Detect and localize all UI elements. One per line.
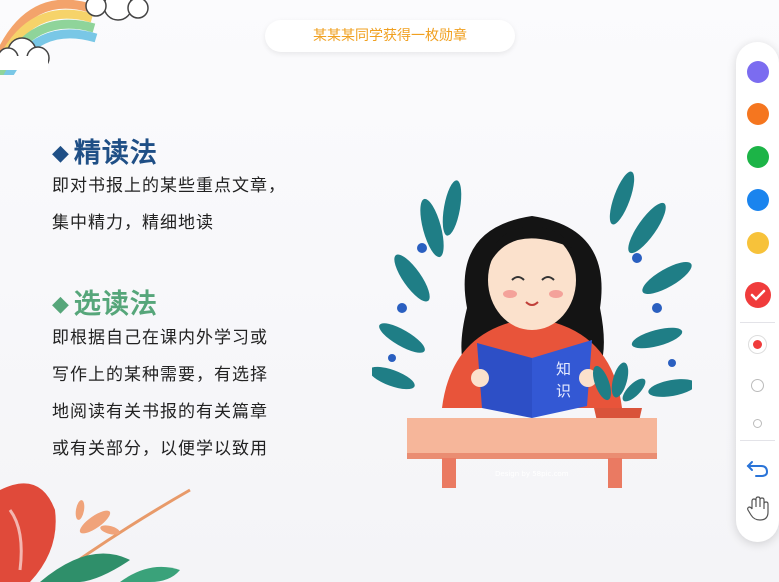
brush-size-large[interactable] <box>748 335 767 354</box>
diamond-bullet-icon: ◆ <box>52 141 70 166</box>
girl-reading-illustration: 知 识 Design by 58pic.com <box>372 171 692 488</box>
design-credit: Design by 58pic.com <box>495 470 569 478</box>
toolbar-divider <box>740 322 775 323</box>
brush-size-small[interactable] <box>753 419 762 428</box>
rainbow-decoration <box>0 0 149 75</box>
book-text-top: 知 <box>556 360 571 378</box>
section-body-intensive-reading: 即对书报上的某些重点文章， 集中精力，精细地读 <box>52 176 286 233</box>
pen-toolbar <box>736 42 779 542</box>
toolbar-divider <box>740 440 775 441</box>
banner-text: 某某某同学获得一枚勋章 <box>313 28 467 44</box>
book-text-bottom: 识 <box>556 382 571 400</box>
section-title-text: 选读法 <box>73 289 158 320</box>
color-swatch-yellow[interactable] <box>747 232 769 254</box>
color-swatch-blue[interactable] <box>747 189 769 211</box>
brush-size-medium[interactable] <box>751 379 764 392</box>
color-swatch-green[interactable] <box>747 146 769 168</box>
section-body-selective-reading: 即根据自己在课内外学习或 写作上的某种需要，有选择 地阅读有关书报的有关篇章 或… <box>52 328 268 459</box>
leaves-decoration <box>0 483 191 582</box>
color-swatch-purple[interactable] <box>747 61 769 83</box>
section-title-intensive-reading: ◆ 精读法 <box>52 131 158 170</box>
section-title-text: 精读法 <box>73 138 158 169</box>
hand-icon[interactable] <box>744 495 771 522</box>
achievement-banner: 某某某同学获得一枚勋章 <box>265 20 515 52</box>
diamond-bullet-icon: ◆ <box>52 292 70 317</box>
undo-icon[interactable] <box>744 453 771 480</box>
color-swatch-orange[interactable] <box>747 103 769 125</box>
section-title-selective-reading: ◆ 选读法 <box>52 282 158 321</box>
color-swatch-red-selected[interactable] <box>745 282 771 308</box>
check-icon <box>750 289 766 301</box>
slide-canvas: 某某某同学获得一枚勋章 ◆ 精读法 即对书报上的某些重点文章， 集中精力，精细地读… <box>0 0 779 582</box>
